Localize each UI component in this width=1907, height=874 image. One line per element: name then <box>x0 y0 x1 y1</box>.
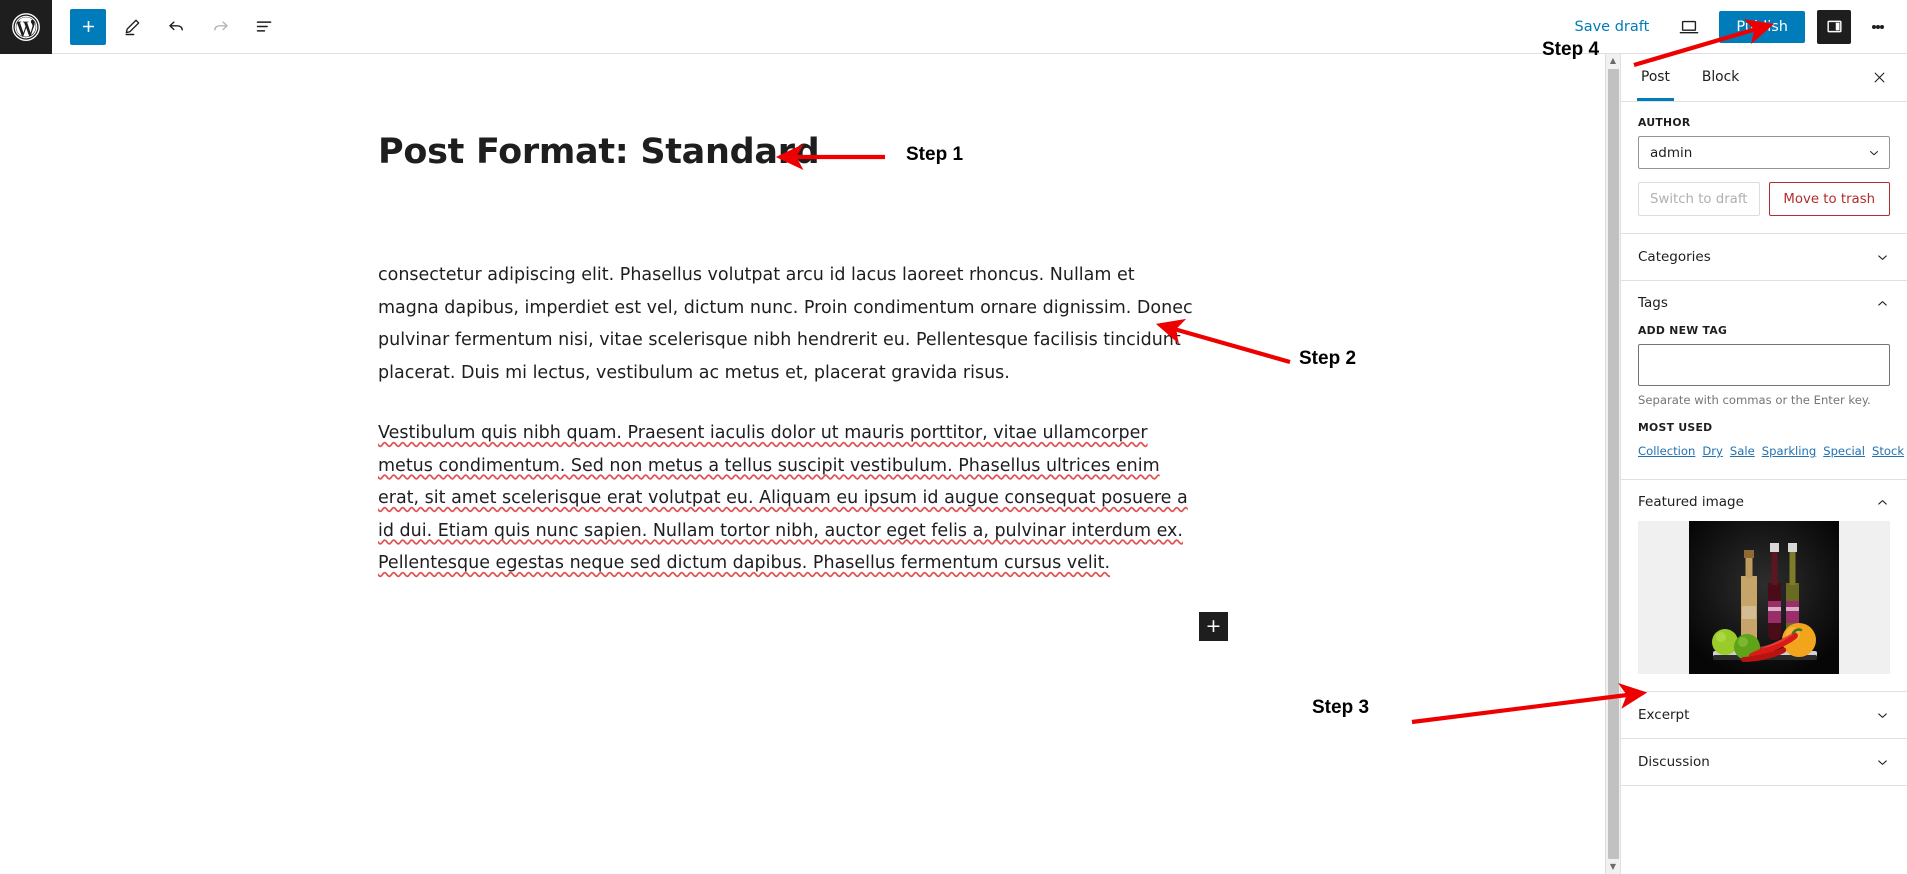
excerpt-label: Excerpt <box>1638 707 1690 723</box>
author-select-wrap: admin <box>1638 136 1890 169</box>
tag-link[interactable]: Stock <box>1872 444 1904 458</box>
tags-section: Tags ADD NEW TAG Separate with commas or… <box>1621 281 1907 480</box>
tag-link[interactable]: Dry <box>1702 444 1723 458</box>
categories-label: Categories <box>1638 249 1711 265</box>
laptop-preview-icon[interactable] <box>1671 9 1707 45</box>
tag-link[interactable]: Collection <box>1638 444 1695 458</box>
author-section: AUTHOR admin Switch to draft Move to tra… <box>1621 102 1907 234</box>
post-settings-sidebar: Post Block AUTHOR admin Switch to draft <box>1620 54 1907 874</box>
wordpress-logo-icon[interactable] <box>0 0 52 54</box>
close-sidebar-icon[interactable] <box>1861 60 1897 96</box>
sidebar-scrollbar[interactable]: ▲ ▼ <box>1605 54 1620 874</box>
post-status-buttons: Switch to draft Move to trash <box>1638 182 1890 216</box>
step-3-label: Step 3 <box>1312 697 1370 718</box>
tags-section-header[interactable]: Tags <box>1638 295 1890 311</box>
switch-to-draft-button[interactable]: Switch to draft <box>1638 182 1760 216</box>
block-appender-plus-icon[interactable]: + <box>1199 612 1228 641</box>
editor-top-toolbar: Save draft Publish <box>0 0 1907 54</box>
featured-image-section: Featured image <box>1621 480 1907 692</box>
most-used-tag-list: Collection Dry Sale Sparkling Special Stock <box>1638 439 1904 462</box>
publish-button[interactable]: Publish <box>1719 10 1805 43</box>
redo-arrow-icon[interactable] <box>202 9 238 45</box>
featured-image-label: Featured image <box>1638 494 1744 510</box>
wordpress-block-editor: Save draft Publish Post Format: Standard <box>0 0 1907 874</box>
author-select[interactable]: admin <box>1638 136 1890 169</box>
tag-link[interactable]: Sparkling <box>1762 444 1816 458</box>
undo-arrow-icon[interactable] <box>158 9 194 45</box>
featured-image-thumbnail[interactable] <box>1638 521 1890 674</box>
chevron-down-icon <box>1875 708 1890 723</box>
add-block-button[interactable] <box>70 8 106 45</box>
step-4-label: Step 4 <box>1542 39 1600 60</box>
chevron-up-icon <box>1875 495 1890 510</box>
paragraph-block-1[interactable]: consectetur adipiscing elit. Phasellus v… <box>378 259 1200 389</box>
add-new-tag-label: ADD NEW TAG <box>1638 324 1728 337</box>
chevron-down-icon <box>1875 250 1890 265</box>
most-used-label: MOST USED <box>1638 421 1713 434</box>
tab-block[interactable]: Block <box>1686 54 1755 101</box>
featured-image-section-header[interactable]: Featured image <box>1638 494 1890 510</box>
discussion-section-header[interactable]: Discussion <box>1621 739 1907 786</box>
scroll-down-triangle-icon[interactable]: ▼ <box>1610 860 1616 874</box>
settings-sidebar-toggle-icon[interactable] <box>1817 9 1851 44</box>
scroll-up-triangle-icon[interactable]: ▲ <box>1610 54 1616 68</box>
author-label: AUTHOR <box>1638 116 1691 129</box>
tags-hint-text: Separate with commas or the Enter key. <box>1638 393 1871 407</box>
tab-post[interactable]: Post <box>1625 54 1686 101</box>
move-to-trash-button[interactable]: Move to trash <box>1768 182 1890 216</box>
toolbar-left-group <box>52 8 282 45</box>
categories-section-header[interactable]: Categories <box>1621 234 1907 281</box>
post-content-blocks: consectetur adipiscing elit. Phasellus v… <box>378 259 1200 608</box>
chevron-down-icon <box>1875 755 1890 770</box>
chevron-up-icon <box>1875 296 1890 311</box>
save-draft-button[interactable]: Save draft <box>1565 13 1660 41</box>
step-2-label: Step 2 <box>1299 348 1357 369</box>
post-title[interactable]: Post Format: Standard <box>378 132 1218 172</box>
editor-canvas: Post Format: Standard consectetur adipis… <box>0 54 1607 874</box>
paragraph-block-2[interactable]: Vestibulum quis nibh quam. Praesent iacu… <box>378 417 1200 580</box>
list-view-icon[interactable] <box>246 9 282 45</box>
step-1-label: Step 1 <box>906 144 964 165</box>
tags-label: Tags <box>1638 295 1668 311</box>
tag-link[interactable]: Special <box>1823 444 1865 458</box>
excerpt-section-header[interactable]: Excerpt <box>1621 692 1907 739</box>
tag-link[interactable]: Sale <box>1730 444 1755 458</box>
discussion-label: Discussion <box>1638 754 1710 770</box>
add-new-tag-input[interactable] <box>1638 344 1890 386</box>
toolbar-right-group: Save draft Publish <box>1565 9 1907 45</box>
sidebar-tablist: Post Block <box>1621 54 1907 102</box>
scrollbar-thumb[interactable] <box>1607 69 1619 859</box>
more-options-vertical-ellipsis-icon[interactable] <box>1863 10 1893 44</box>
tools-pencil-icon[interactable] <box>114 9 150 45</box>
